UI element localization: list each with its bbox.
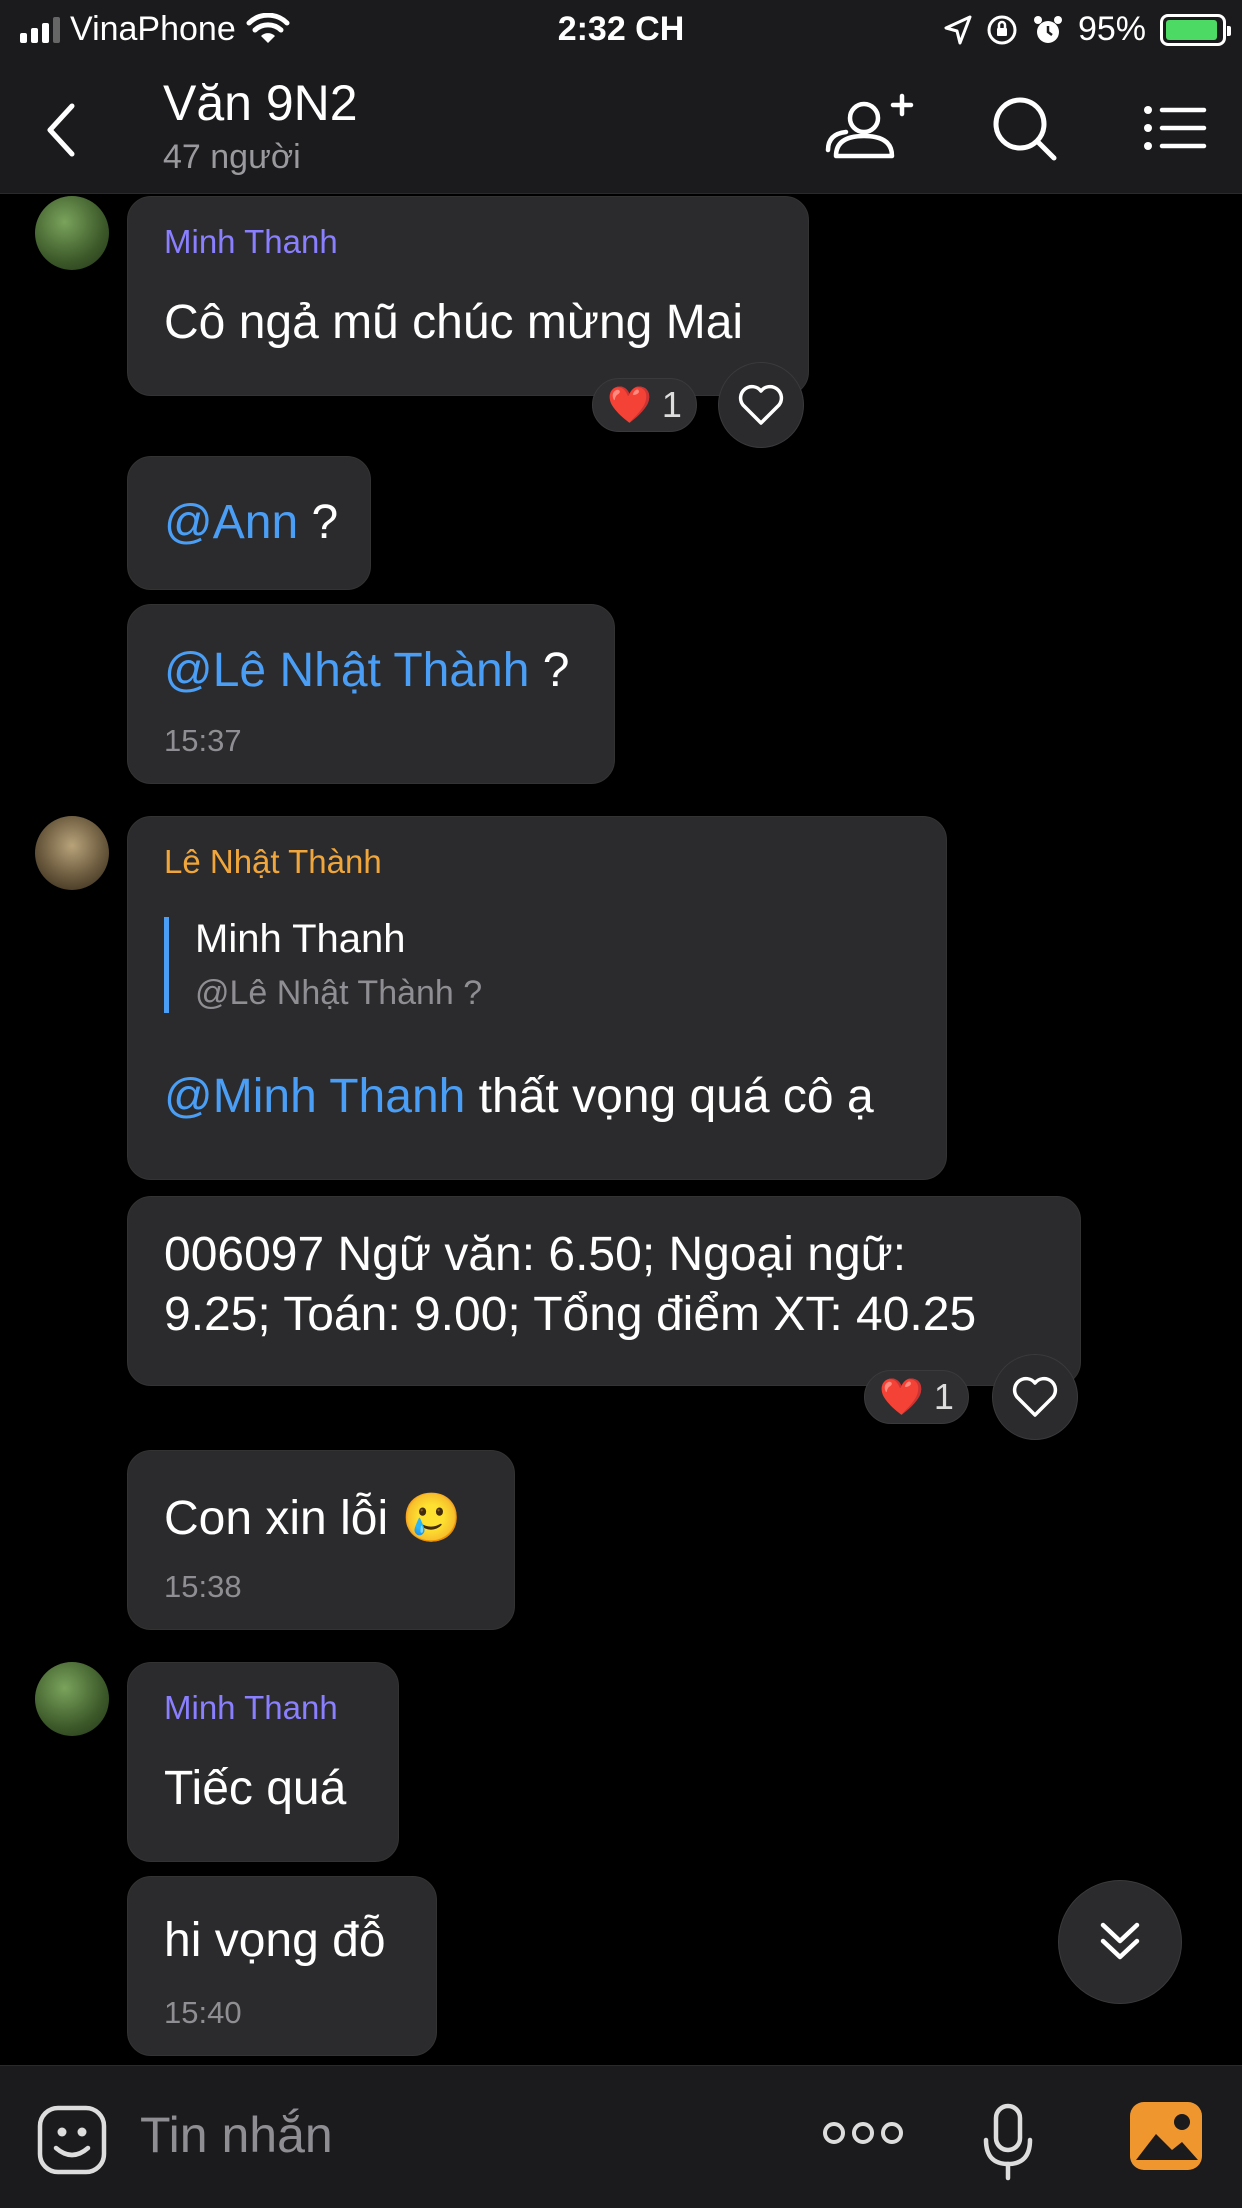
scroll-to-bottom-button[interactable] [1058,1880,1182,2004]
sender-name: Minh Thanh [164,223,338,260]
more-icon[interactable] [822,2118,904,2148]
back-icon[interactable] [38,100,88,160]
heart-icon: ❤️ [879,1376,924,1417]
message-text-line-1: 006097 Ngữ văn: 6.50; Ngoại ngữ: [164,1228,907,1281]
message-bubble[interactable]: Con xin lỗi 🥲 15:38 [127,1450,515,1630]
double-chevron-down-icon [1100,1922,1140,1960]
reply-quote[interactable]: Minh Thanh @Lê Nhật Thành ? [164,917,482,1013]
message-text: @Ann ? [164,496,339,549]
message-bubble[interactable]: Lê Nhật Thành Minh Thanh @Lê Nhật Thành … [127,816,947,1180]
message-text: Cô ngả mũ chúc mừng Mai [164,296,744,349]
message-text: Con xin lỗi 🥲 [164,1492,462,1545]
location-icon [944,15,972,44]
like-button[interactable] [718,362,804,448]
reaction-count: 1 [661,384,682,425]
message-bubble[interactable]: @Lê Nhật Thành ? 15:37 [127,604,615,784]
message-text: @Lê Nhật Thành ? [164,644,570,697]
battery-icon [1160,13,1231,46]
emoji-icon[interactable] [36,2104,108,2176]
quote-sender: Minh Thanh [195,917,406,961]
sender-name: Lê Nhật Thành [164,843,382,880]
status-right: 95% [944,10,1231,49]
message-bubble[interactable]: Minh Thanh Cô ngả mũ chúc mừng Mai [127,196,809,396]
avatar-minh-thanh[interactable] [35,196,109,270]
message-bubble[interactable]: @Ann ? [127,456,371,590]
search-icon[interactable] [990,90,1060,166]
member-count: 47 người [163,138,301,176]
message-bubble[interactable]: Minh Thanh Tiếc quá [127,1662,399,1862]
heart-outline-icon [738,384,784,425]
message-time: 15:38 [164,1569,242,1604]
avatar-le-nhat-thanh[interactable] [35,816,109,890]
quote-text: @Lê Nhật Thành ? [195,974,483,1012]
message-text: hi vọng đỗ [164,1914,386,1967]
mention[interactable]: @Ann [164,496,298,549]
heart-outline-icon [1012,1376,1058,1417]
chat-title-group[interactable]: Văn 9N2 47 người [163,74,358,177]
add-member-icon[interactable] [820,90,916,166]
message-text: Tiếc quá [164,1762,347,1815]
rotation-lock-icon [987,15,1017,44]
image-icon[interactable] [1128,2100,1204,2172]
reaction-chip[interactable]: ❤️ 1 [864,1370,969,1424]
sender-name: Minh Thanh [164,1689,338,1726]
chat-header: Văn 9N2 47 người [0,64,1242,194]
reaction-chip[interactable]: ❤️ 1 [592,378,697,432]
mention[interactable]: @Lê Nhật Thành [164,644,529,697]
heart-icon: ❤️ [607,384,652,425]
chat-title: Văn 9N2 [163,75,358,131]
message-text: @Minh Thanh thất vọng quá cô ạ [164,1070,874,1123]
menu-icon[interactable] [1142,90,1208,166]
message-time: 15:40 [164,1995,242,2030]
message-bubble[interactable]: 006097 Ngữ văn: 6.50; Ngoại ngữ: 9.25; T… [127,1196,1081,1386]
reaction-count: 1 [933,1376,954,1417]
message-text-line-2: 9.25; Toán: 9.00; Tổng điểm XT: 40.25 [164,1288,977,1341]
alarm-icon [1033,15,1062,43]
avatar-minh-thanh[interactable] [35,1662,109,1736]
battery-percent: 95% [1077,10,1146,48]
message-time: 15:37 [164,723,242,758]
like-button[interactable] [992,1354,1078,1440]
microphone-icon[interactable] [980,2102,1036,2182]
mention[interactable]: @Minh Thanh [164,1070,465,1123]
composer-bar [0,2065,1242,2208]
message-input[interactable] [140,2100,760,2170]
message-bubble[interactable]: hi vọng đỗ 15:40 [127,1876,437,2056]
status-bar: VinaPhone 2:32 CH 95% [0,0,1242,64]
